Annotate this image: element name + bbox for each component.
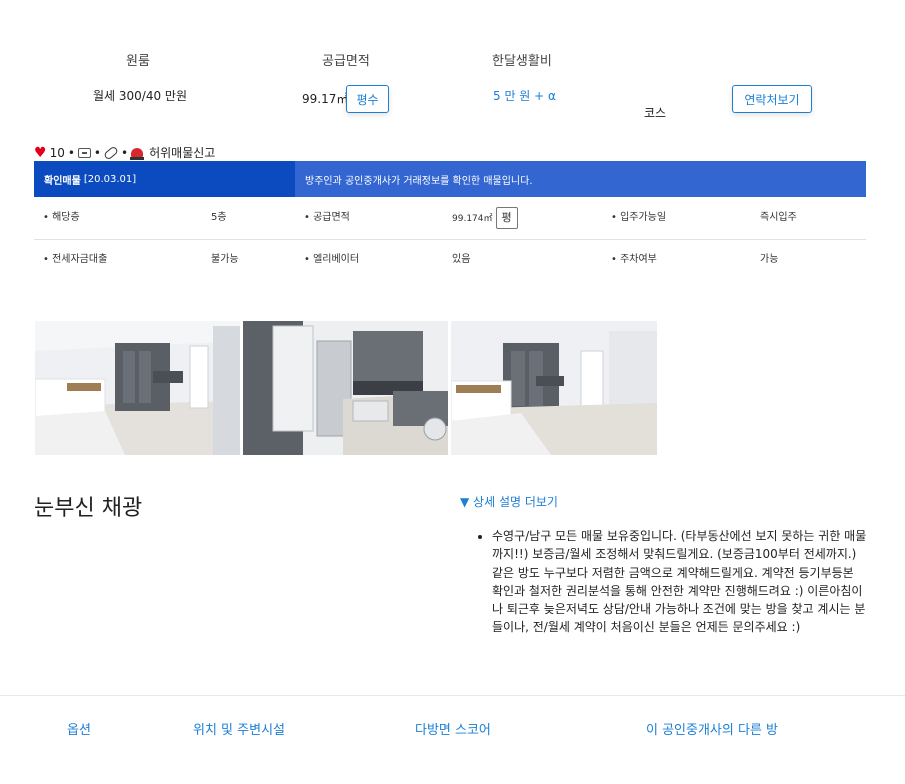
report-link[interactable]: 허위매물신고 [149, 144, 215, 161]
contact-button[interactable]: 연락처보기 [732, 85, 812, 113]
room-photo-image [35, 321, 240, 455]
bottom-divider [0, 695, 905, 696]
like-count: 10 [49, 145, 65, 160]
nav-agent-rooms[interactable]: 이 공인중개사의 다른 방 [646, 719, 778, 738]
move-in-label: • 입주가능일 [611, 212, 667, 223]
living-cost-label: 한달생활비 [492, 54, 552, 69]
message-icon[interactable] [77, 147, 91, 158]
elevator-value: 있음 [452, 254, 471, 265]
description-text: 수영구/남구 모든 매물 보유중입니다. (타부동산에선 보지 못하는 귀한 매… [492, 527, 868, 637]
room-photo-image [451, 321, 657, 455]
paperclip-icon[interactable] [103, 144, 119, 161]
living-cost-value[interactable]: 5 만 원 + α [493, 87, 556, 104]
area-label: 공급면적 [322, 54, 370, 69]
loan-label: • 전세자금대출 [43, 254, 108, 265]
room-photo[interactable] [243, 321, 448, 455]
verified-badge: 확인매물 [20.03.01] [34, 161, 295, 197]
price-text: 월세 300/40 만원 [93, 89, 188, 103]
detail-row-1: • 해당층 5층 • 공급면적 99.174㎡ 평 • 입주가능일 즉시입주 [34, 207, 866, 234]
separator-dot: • [121, 145, 129, 160]
room-photo[interactable] [451, 321, 657, 455]
area-detail-toggle-button[interactable]: 평 [495, 207, 518, 229]
heart-icon[interactable]: ♥ [34, 146, 47, 160]
listing-title: 눈부신 채광 [34, 496, 143, 521]
separator-dot: • [67, 145, 75, 160]
nav-options[interactable]: 옵션 [67, 719, 91, 738]
verified-label: 확인매물 [44, 175, 81, 187]
area-unit-toggle-button[interactable]: 평수 [346, 85, 389, 113]
listing-stats: ♥ 10 • • • 허위매물신고 [34, 144, 215, 161]
siren-icon[interactable] [130, 148, 145, 160]
verified-message: 방주인과 공인중개사가 거래정보를 확인한 매물입니다. [295, 161, 866, 197]
description-list: 수영구/남구 모든 매물 보유중입니다. (타부동산에선 보지 못하는 귀한 매… [476, 527, 868, 637]
detail-row-2: • 전세자금대출 불가능 • 엘리베이터 있음 • 주차여부 가능 [34, 250, 866, 270]
separator-dot: • [93, 145, 101, 160]
detail-divider [34, 239, 866, 240]
room-photo-image [243, 321, 448, 455]
room-type-label: 원룸 [126, 54, 150, 69]
verified-banner: 확인매물 [20.03.01] 방주인과 공인중개사가 거래정보를 확인한 매물… [34, 161, 866, 197]
course-text: 코스 [644, 106, 667, 120]
area-value: 99.17㎡ [302, 92, 349, 106]
move-in-value: 즉시입주 [760, 212, 797, 223]
description-more-link[interactable]: ▼ 상세 설명 더보기 [460, 493, 558, 510]
area-detail-value: 99.174㎡ [452, 214, 493, 224]
room-photo[interactable] [35, 321, 240, 455]
nav-score[interactable]: 다방면 스코어 [415, 719, 491, 738]
floor-value: 5층 [211, 212, 227, 223]
parking-label: • 주차여부 [611, 254, 657, 265]
floor-label: • 해당층 [43, 212, 80, 223]
area-detail-value-wrap: 99.174㎡ 평 [452, 207, 518, 229]
nav-location[interactable]: 위치 및 주변시설 [193, 719, 285, 738]
area-detail-label: • 공급면적 [304, 212, 350, 223]
elevator-label: • 엘리베이터 [304, 254, 360, 265]
verified-date: [20.03.01] [83, 173, 137, 185]
parking-value: 가능 [760, 254, 779, 265]
loan-value: 불가능 [211, 254, 239, 265]
